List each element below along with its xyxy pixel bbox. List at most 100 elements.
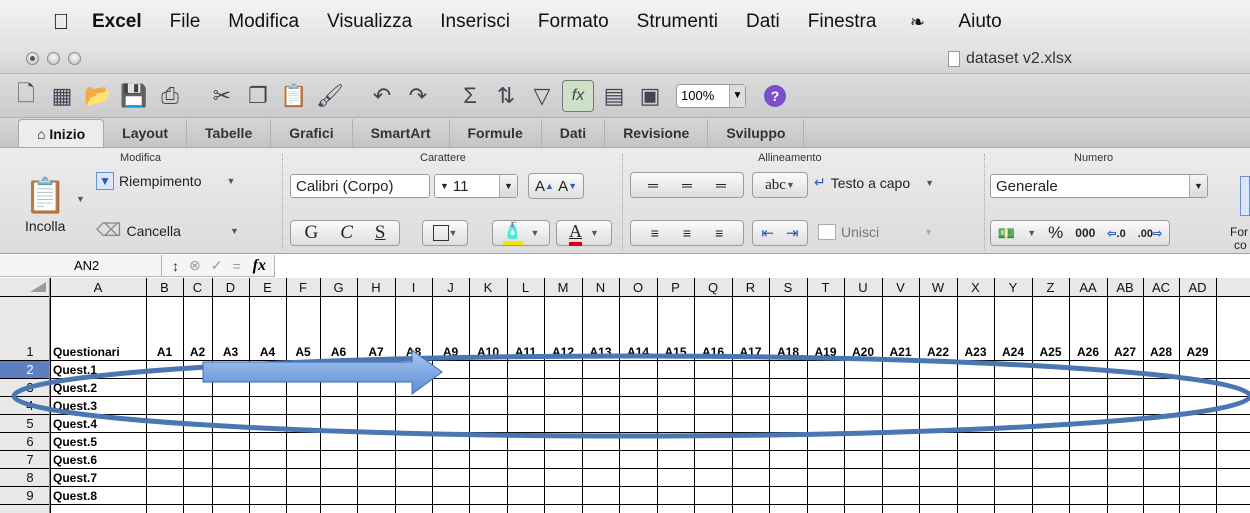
name-box-stepper-icon[interactable]: ↕ <box>172 258 179 274</box>
worksheet-grid[interactable]: A B C D E F G H I J K L M N O P Q R S T U V W X Y Z AA AB AC AD123456… <box>0 278 1250 513</box>
menu-modifica[interactable]: Modifica <box>214 11 313 33</box>
column-header[interactable]: R <box>746 280 755 295</box>
column-header[interactable]: P <box>671 280 680 295</box>
number-format-select[interactable]: Generale ▼ <box>990 174 1208 198</box>
column-header[interactable]: AB <box>1116 280 1133 295</box>
column-header[interactable]: J <box>447 280 454 295</box>
sidebar-icon[interactable]: ▤ <box>598 80 630 112</box>
clear-button[interactable]: ⌫ Cancella ▼ <box>96 220 239 241</box>
menu-app[interactable]: Excel <box>78 11 156 33</box>
menu-inserisci[interactable]: Inserisci <box>426 11 524 33</box>
column-header[interactable]: Q <box>708 280 718 295</box>
row-label-cell[interactable]: Quest.6 <box>53 453 97 467</box>
column-header[interactable]: S <box>784 280 793 295</box>
column-header[interactable]: K <box>484 280 493 295</box>
equals-icon[interactable]: = <box>232 258 240 274</box>
align-bottom-icon[interactable]: ═ <box>716 177 726 193</box>
gallery-icon[interactable]: ▦ <box>46 80 78 112</box>
header-cell[interactable]: Questionari <box>53 345 120 359</box>
tab-tabelle[interactable]: Tabelle <box>187 119 272 147</box>
align-right-icon[interactable]: ≡ <box>715 225 723 241</box>
align-top-icon[interactable]: ═ <box>648 177 658 193</box>
menu-aiuto[interactable]: Aiuto <box>944 11 1015 33</box>
font-size-buttons[interactable]: A ▲ A ▼ <box>528 173 584 199</box>
column-header[interactable]: L <box>522 280 529 295</box>
minimize-window-button[interactable] <box>47 52 60 65</box>
column-header[interactable]: U <box>858 280 867 295</box>
header-cell[interactable]: A29 <box>1186 345 1208 359</box>
column-header[interactable]: D <box>226 280 235 295</box>
header-cell[interactable]: A25 <box>1039 345 1061 359</box>
align-left-icon[interactable]: ≡ <box>651 225 659 241</box>
row-header[interactable]: 8 <box>26 470 33 485</box>
tab-inizio[interactable]: ⌂ Inizio <box>18 119 105 147</box>
percent-button[interactable]: % <box>1048 223 1063 243</box>
confirm-icon[interactable]: ✓ <box>211 257 223 274</box>
header-cell[interactable]: A24 <box>1002 345 1024 359</box>
name-box[interactable]: AN2 <box>0 254 162 277</box>
tab-grafici[interactable]: Grafici <box>271 119 353 147</box>
align-middle-icon[interactable]: ═ <box>682 177 692 193</box>
decrease-indent-icon[interactable]: ⇤ <box>761 224 774 242</box>
paste-button[interactable]: 📋 Incolla <box>24 176 66 234</box>
wrap-text-button[interactable]: ↵ Testo a capo ▼ <box>814 174 934 191</box>
column-header[interactable]: G <box>333 280 343 295</box>
formula-builder-icon[interactable]: fx <box>562 79 594 112</box>
number-format-buttons[interactable]: 💵 ▼ % 000 ⇦.0 .00⇨ <box>990 220 1170 246</box>
column-header[interactable]: X <box>971 280 980 295</box>
column-header[interactable]: C <box>193 280 202 295</box>
worksheet[interactable]: A B C D E F G H I J K L M N O P Q R S T U V W X Y Z AA AB AC AD 1 2 3 4 5 6… <box>0 278 1250 513</box>
close-window-button[interactable] <box>26 52 39 65</box>
row-label-cell[interactable]: Quest.8 <box>53 489 97 503</box>
tab-formule[interactable]: Formule <box>450 119 542 147</box>
media-browser-icon[interactable]: ▣ <box>634 80 666 112</box>
format-painter-icon[interactable]: 🖌 <box>314 80 346 112</box>
column-header[interactable]: N <box>596 280 605 295</box>
header-cell[interactable]: A28 <box>1150 345 1172 359</box>
thousands-button[interactable]: 000 <box>1075 226 1095 240</box>
autosum-icon[interactable]: Σ <box>454 80 486 112</box>
column-header[interactable]: W <box>932 280 945 295</box>
open-icon[interactable]: 📂 <box>82 80 114 112</box>
font-color-button[interactable]: A ▼ <box>556 220 612 246</box>
vertical-align-buttons[interactable]: ═ ═ ═ <box>630 172 744 198</box>
row-header[interactable]: 9 <box>26 488 33 503</box>
fill-color-button[interactable]: 🧴 ▼ <box>492 220 550 246</box>
cancel-icon[interactable]: ⊗ <box>189 257 201 274</box>
menu-visualizza[interactable]: Visualizza <box>313 11 426 33</box>
column-header[interactable]: T <box>822 280 830 295</box>
shrink-font-icon[interactable]: A <box>558 178 568 195</box>
header-cell[interactable]: A26 <box>1077 345 1099 359</box>
column-header[interactable]: M <box>558 280 569 295</box>
horizontal-align-buttons[interactable]: ≡ ≡ ≡ <box>630 220 744 246</box>
column-header[interactable]: E <box>263 280 272 295</box>
header-cell[interactable]: A2 <box>190 345 206 359</box>
column-header[interactable]: O <box>633 280 643 295</box>
column-header[interactable]: AC <box>1152 280 1170 295</box>
tab-sviluppo[interactable]: Sviluppo <box>708 119 805 147</box>
header-cell[interactable]: A27 <box>1114 345 1136 359</box>
italic-button[interactable]: C <box>340 222 353 244</box>
column-header[interactable]: Z <box>1047 280 1055 295</box>
new-document-icon[interactable]: 🗋 <box>10 80 42 112</box>
font-size-select[interactable]: ▼ 11 ▼ <box>434 174 518 198</box>
tab-layout[interactable]: Layout <box>104 119 188 147</box>
increase-decimal-button[interactable]: ⇦.0 <box>1107 227 1125 240</box>
decrease-decimal-button[interactable]: .00⇨ <box>1138 227 1163 240</box>
paste-dropdown-icon[interactable]: ▼ <box>76 194 85 204</box>
orientation-button[interactable]: abc ▼ <box>752 172 808 198</box>
fill-button[interactable]: ▼ Riempimento ▼ <box>96 172 235 190</box>
column-header[interactable]: AA <box>1079 280 1097 295</box>
insert-function-icon[interactable]: fx <box>253 257 266 275</box>
sort-icon[interactable]: ⇅ <box>490 80 522 112</box>
row-header[interactable]: 2 <box>26 362 33 377</box>
undo-icon[interactable]: ↶ <box>366 80 398 112</box>
help-icon[interactable]: ? <box>764 84 786 107</box>
row-header[interactable]: 5 <box>26 416 33 431</box>
row-label-cell[interactable]: Quest.4 <box>53 417 97 431</box>
column-header[interactable]: AD <box>1188 280 1206 295</box>
menu-strumenti[interactable]: Strumenti <box>623 11 732 33</box>
header-cell[interactable]: A1 <box>157 345 173 359</box>
header-cell[interactable]: A5 <box>295 345 311 359</box>
column-header[interactable]: B <box>160 280 169 295</box>
